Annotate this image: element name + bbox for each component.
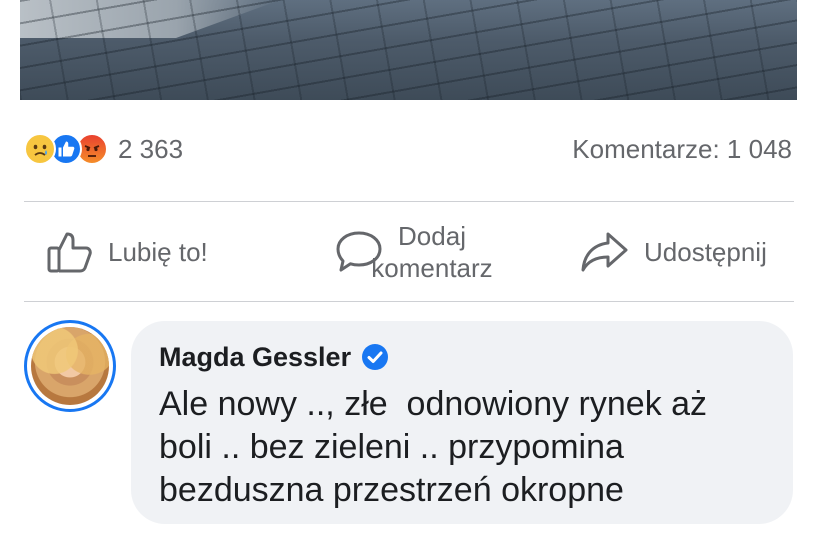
share-button[interactable]: Udostępnij xyxy=(580,203,767,301)
avatar[interactable] xyxy=(24,320,116,412)
share-arrow-icon xyxy=(581,232,628,272)
share-label: Udostępnij xyxy=(644,237,767,267)
reaction-count: 2 363 xyxy=(118,134,184,164)
comment-author-name[interactable]: Magda Gessler xyxy=(159,342,351,373)
comment-line: boli .. bez zieleni .. przypomina xyxy=(159,428,624,466)
thumbs-up-icon xyxy=(47,232,92,273)
post-stats-row: 2 363 Komentarze: 1 048 xyxy=(0,128,820,174)
comment-line: Ale nowy .., złe odnowiony rynek aż xyxy=(159,385,708,423)
comments-count[interactable]: Komentarze: 1 048 xyxy=(572,133,792,165)
comment-button[interactable]: Dodaj komentarz xyxy=(335,203,507,301)
divider-top xyxy=(24,201,794,202)
comment-bubble[interactable]: Magda Gessler Ale nowy .., złe odnowiony… xyxy=(131,321,793,524)
comment-line: bezduszna przestrzeń okropne xyxy=(159,471,624,509)
comment-text: Ale nowy .., złe odnowiony rynek aż boli… xyxy=(159,383,769,512)
like-button[interactable]: Lubię to! xyxy=(46,203,208,301)
comment-label-line1: Dodaj xyxy=(398,221,466,251)
like-label: Lubię to! xyxy=(108,237,208,267)
divider-bottom xyxy=(24,301,794,302)
sad-reaction-icon xyxy=(24,133,56,165)
avatar-image xyxy=(31,327,109,405)
photo-pavement xyxy=(20,0,797,100)
post-actions-bar: Lubię to! Dodaj komentarz Udostępnij xyxy=(0,203,820,301)
post-photo[interactable] xyxy=(20,0,797,100)
verified-badge-icon xyxy=(362,344,389,370)
reactions-summary[interactable]: 2 363 xyxy=(24,133,183,165)
comment-author-row: Magda Gessler xyxy=(159,339,765,375)
comment-label-line2: komentarz xyxy=(371,253,493,283)
